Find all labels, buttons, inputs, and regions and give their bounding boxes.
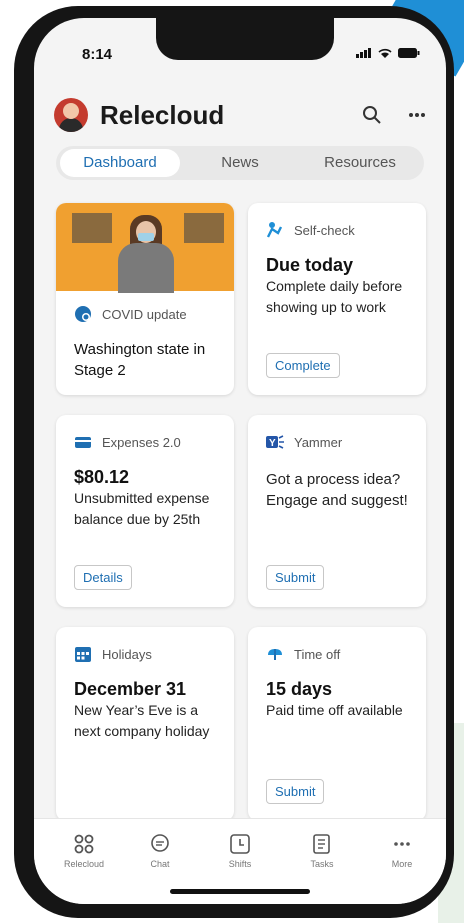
timeoff-text: Paid time off available [266, 702, 403, 718]
tab-dashboard[interactable]: Dashboard [60, 149, 180, 177]
phone-screen: 8:14 Relecloud Dashboard News Resources [34, 18, 446, 904]
bottom-nav: Relecloud Chat Shifts Tasks More [34, 818, 446, 904]
selfcheck-category: Self-check [294, 222, 355, 238]
status-icons [356, 48, 420, 58]
yammer-text: Got a process idea? Engage and suggest! [266, 471, 408, 509]
battery-icon [398, 48, 420, 58]
nav-chat[interactable]: Chat [130, 833, 190, 869]
expenses-title: $80.12 [74, 467, 130, 487]
status-time: 8:14 [82, 46, 113, 63]
expenses-header: Expenses 2.0 [74, 433, 218, 451]
tab-bar: Dashboard News Resources [56, 146, 424, 180]
covid-text: Washington state in Stage 2 [74, 341, 206, 379]
timeoff-icon [268, 649, 282, 660]
nav-more-label: More [391, 859, 413, 869]
yammer-card[interactable]: Y Yammer Got a process idea? Engage and … [248, 415, 426, 607]
expenses-text: Unsubmitted expense balance due by 25th [74, 490, 210, 527]
yammer-header: Y Yammer [266, 433, 410, 451]
signal-icon [356, 48, 371, 58]
selfcheck-title: Due today [266, 255, 354, 275]
search-icon[interactable] [362, 105, 382, 125]
nav-relecloud-label: Relecloud [63, 859, 105, 869]
more-icon [394, 842, 410, 846]
timeoff-submit-button[interactable]: Submit [266, 779, 325, 804]
tab-news[interactable]: News [180, 149, 300, 177]
app-icon [74, 834, 94, 854]
nav-tasks-label: Tasks [310, 859, 334, 869]
covid-category: COVID update [102, 306, 187, 322]
yammer-icon: Y [266, 435, 284, 449]
covid-card[interactable]: COVID update Washington state in Stage 2 [56, 203, 234, 395]
card-icon [75, 437, 91, 448]
yammer-category: Yammer [294, 434, 343, 450]
timeoff-title: 15 days [266, 679, 333, 699]
phone-frame: 8:14 Relecloud Dashboard News Resources [14, 6, 454, 918]
complete-button[interactable]: Complete [266, 353, 340, 378]
nav-more[interactable]: More [372, 833, 432, 869]
wifi-icon [378, 48, 392, 58]
nav-shifts[interactable]: Shifts [210, 833, 270, 869]
tab-resources[interactable]: Resources [300, 149, 420, 177]
expenses-card[interactable]: Expenses 2.0 $80.12 Unsubmitted expense … [56, 415, 234, 607]
avatar[interactable] [54, 98, 88, 132]
covid-icon [75, 306, 91, 322]
selfcheck-card[interactable]: Self-check Due today Complete daily befo… [248, 203, 426, 395]
holidays-title: December 31 [74, 679, 187, 699]
svg-text:Y: Y [269, 438, 276, 449]
expenses-category: Expenses 2.0 [102, 434, 181, 450]
holidays-card[interactable]: Holidays December 31 New Year’s Eve is a… [56, 627, 234, 821]
covid-header: COVID update [74, 305, 218, 323]
shifts-icon [230, 834, 250, 854]
holidays-text: New Year’s Eve is a next company holiday [74, 702, 210, 739]
nav-relecloud[interactable]: Relecloud [54, 833, 114, 869]
nav-shifts-label: Shifts [228, 859, 252, 869]
details-button[interactable]: Details [74, 565, 132, 590]
timeoff-header: Time off [266, 645, 410, 663]
tasks-icon [313, 834, 330, 854]
app-header: Relecloud [54, 90, 426, 140]
calendar-icon [75, 647, 91, 662]
nav-chat-label: Chat [150, 859, 170, 869]
selfcheck-text: Complete daily before showing up to work [266, 278, 403, 315]
chat-icon [151, 834, 169, 852]
header-actions [362, 105, 426, 125]
notch [156, 18, 334, 60]
home-indicator[interactable] [170, 889, 310, 894]
more-icon[interactable] [408, 112, 426, 118]
nav-tasks[interactable]: Tasks [292, 833, 352, 869]
selfcheck-icon [266, 222, 283, 238]
app-title: Relecloud [100, 99, 225, 130]
timeoff-card[interactable]: Time off 15 days Paid time off available… [248, 627, 426, 821]
holidays-category: Holidays [102, 646, 152, 662]
yammer-submit-button[interactable]: Submit [266, 565, 325, 590]
selfcheck-header: Self-check [266, 221, 410, 239]
holidays-header: Holidays [74, 645, 218, 663]
timeoff-category: Time off [294, 646, 341, 662]
covid-photo [56, 203, 234, 293]
